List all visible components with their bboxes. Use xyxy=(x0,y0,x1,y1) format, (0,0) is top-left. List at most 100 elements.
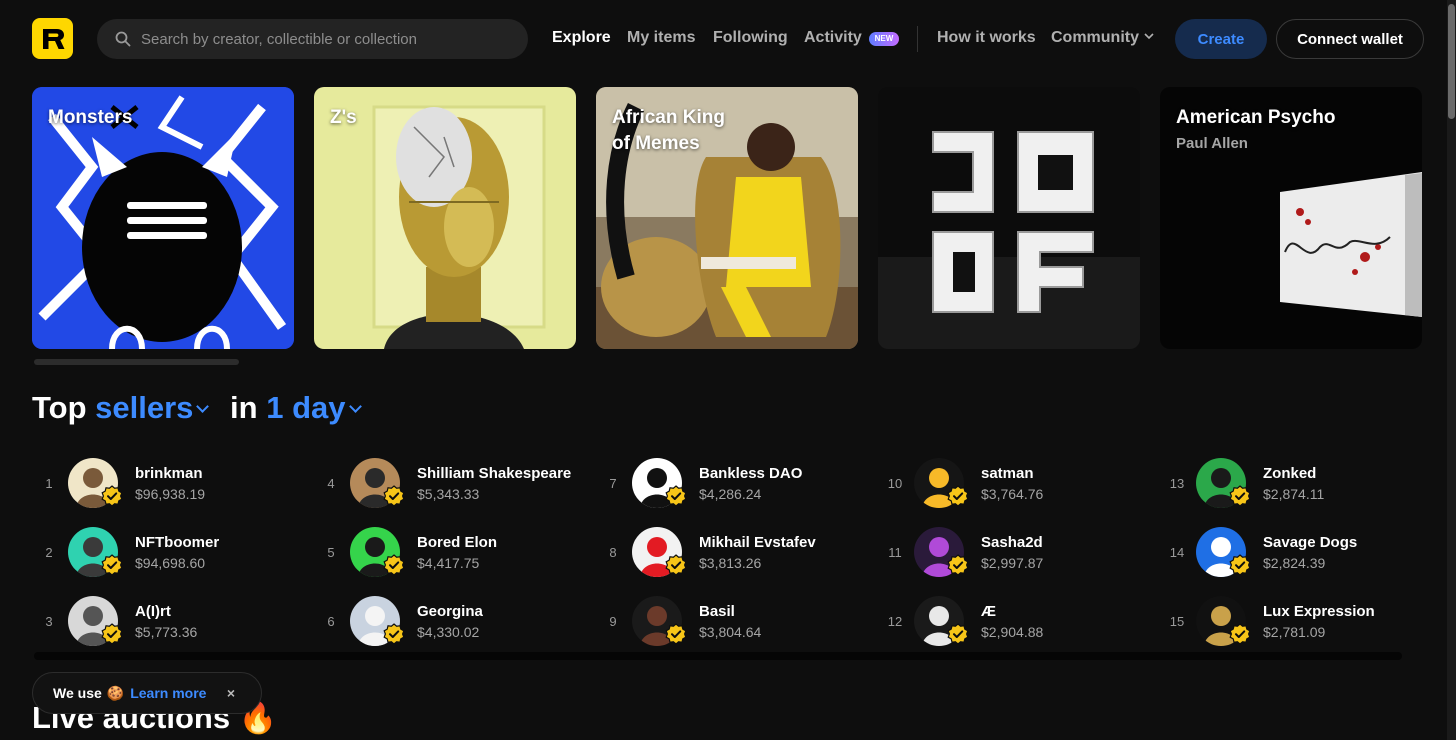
verified-badge-icon xyxy=(383,623,405,645)
verified-badge-icon xyxy=(101,623,123,645)
logo-r-icon xyxy=(42,28,64,49)
nav-following[interactable]: Following xyxy=(713,29,788,49)
seller-rank: 15 xyxy=(1169,614,1185,629)
vertical-scrollbar-thumb[interactable] xyxy=(1448,4,1455,119)
seller-volume: $3,764.76 xyxy=(981,486,1044,502)
seller-volume: $2,904.88 xyxy=(981,624,1044,640)
search-icon xyxy=(115,31,131,47)
seller-item[interactable]: 2 NFTboomer $94,698.60 xyxy=(34,525,304,579)
card-title: Monsters xyxy=(48,107,133,128)
verified-badge-icon xyxy=(947,623,969,645)
seller-volume: $2,874.11 xyxy=(1263,486,1325,502)
sellers-label: sellers xyxy=(95,390,194,425)
seller-name[interactable]: Shilliam Shakespeare xyxy=(417,465,571,482)
doof-artwork xyxy=(878,87,1140,349)
verified-badge-icon xyxy=(665,554,687,576)
seller-item[interactable]: 7 Bankless DAO $4,286.24 xyxy=(598,456,868,510)
seller-volume: $4,417.75 xyxy=(417,555,480,571)
seller-item[interactable]: 1 brinkman $96,938.19 xyxy=(34,456,304,510)
search-bar[interactable] xyxy=(97,19,528,59)
seller-item[interactable]: 14 Savage Dogs $2,824.39 xyxy=(1162,525,1432,579)
sellers-dropdown[interactable]: sellers xyxy=(95,390,210,425)
nav-community-label: Community xyxy=(1051,29,1139,46)
verified-badge-icon xyxy=(101,554,123,576)
collection-card-african-king[interactable]: African King of Memes xyxy=(596,87,858,349)
seller-rank: 12 xyxy=(887,614,903,629)
card-subtitle: Paul Allen xyxy=(1176,135,1248,152)
card-title: American Psycho xyxy=(1176,107,1336,128)
close-icon[interactable]: × xyxy=(227,685,235,701)
chevron-down-icon xyxy=(196,400,210,413)
seller-item[interactable]: 3 A(I)rt $5,773.36 xyxy=(34,594,304,648)
seller-volume: $94,698.60 xyxy=(135,555,206,571)
seller-name[interactable]: A(I)rt xyxy=(135,603,171,620)
nav-activity[interactable]: Activity xyxy=(804,29,862,49)
seller-name[interactable]: Zonked xyxy=(1263,465,1316,482)
seller-item[interactable]: 10 satman $3,764.76 xyxy=(880,456,1150,510)
in-label: in xyxy=(230,390,258,425)
verified-badge-icon xyxy=(665,485,687,507)
seller-item[interactable]: 12 Æ $2,904.88 xyxy=(880,594,1150,648)
seller-rank: 10 xyxy=(887,476,903,491)
collection-card-american-psycho[interactable]: American Psycho Paul Allen xyxy=(1160,87,1422,349)
seller-name[interactable]: Æ xyxy=(981,603,996,620)
verified-badge-icon xyxy=(101,485,123,507)
seller-volume: $3,804.64 xyxy=(699,624,762,640)
collection-card-doof[interactable] xyxy=(878,87,1140,349)
nav-divider xyxy=(917,26,918,52)
verified-badge-icon xyxy=(1229,623,1251,645)
collection-card-zs[interactable]: Z's xyxy=(314,87,576,349)
top-label: Top xyxy=(32,390,87,425)
nav-community[interactable]: Community xyxy=(1051,29,1154,49)
seller-name[interactable]: satman xyxy=(981,465,1034,482)
seller-name[interactable]: Georgina xyxy=(417,603,483,620)
seller-item[interactable]: 6 Georgina $4,330.02 xyxy=(316,594,586,648)
seller-rank: 3 xyxy=(45,614,53,629)
create-button[interactable]: Create xyxy=(1175,19,1267,59)
seller-name[interactable]: NFTboomer xyxy=(135,534,219,551)
chevron-down-icon xyxy=(1144,33,1154,40)
seller-volume: $4,330.02 xyxy=(417,624,480,640)
seller-item[interactable]: 11 Sasha2d $2,997.87 xyxy=(880,525,1150,579)
horizontal-scrollbar[interactable] xyxy=(34,652,1402,660)
nav-explore[interactable]: Explore xyxy=(552,29,611,49)
period-label: 1 day xyxy=(266,390,346,425)
verified-badge-icon xyxy=(383,485,405,507)
seller-item[interactable]: 13 Zonked $2,874.11 xyxy=(1162,456,1432,510)
learn-more-link[interactable]: Learn more xyxy=(130,685,206,701)
rarible-logo[interactable] xyxy=(32,18,73,59)
period-dropdown[interactable]: 1 day xyxy=(266,390,362,425)
seller-volume: $4,286.24 xyxy=(699,486,762,502)
seller-item[interactable]: 9 Basil $3,804.64 xyxy=(598,594,868,648)
seller-rank: 2 xyxy=(45,545,53,560)
seller-volume: $5,773.36 xyxy=(135,624,198,640)
connect-wallet-button[interactable]: Connect wallet xyxy=(1276,19,1424,59)
seller-name[interactable]: Basil xyxy=(699,603,735,620)
seller-item[interactable]: 8 Mikhail Evstafev $3,813.26 xyxy=(598,525,868,579)
seller-volume: $3,813.26 xyxy=(699,555,762,571)
seller-item[interactable]: 15 Lux Expression $2,781.09 xyxy=(1162,594,1432,648)
search-input[interactable] xyxy=(141,19,528,59)
seller-item[interactable]: 5 Bored Elon $4,417.75 xyxy=(316,525,586,579)
seller-item[interactable]: 4 Shilliam Shakespeare $5,343.33 xyxy=(316,456,586,510)
seller-rank: 5 xyxy=(327,545,335,560)
nav-how-it-works[interactable]: How it works xyxy=(937,29,1036,49)
seller-name[interactable]: Bored Elon xyxy=(417,534,497,551)
seller-name[interactable]: brinkman xyxy=(135,465,203,482)
seller-name[interactable]: Bankless DAO xyxy=(699,465,802,482)
collection-card-monsters[interactable]: Monsters xyxy=(32,87,294,349)
verified-badge-icon xyxy=(383,554,405,576)
cookie-text: We use xyxy=(53,685,102,701)
seller-rank: 9 xyxy=(609,614,617,629)
nav-my-items[interactable]: My items xyxy=(627,29,695,49)
seller-name[interactable]: Lux Expression xyxy=(1263,603,1375,620)
seller-name[interactable]: Sasha2d xyxy=(981,534,1043,551)
seller-name[interactable]: Mikhail Evstafev xyxy=(699,534,816,551)
verified-badge-icon xyxy=(947,485,969,507)
top-sellers-title: Top sellers in 1 day xyxy=(32,390,362,426)
carousel-scroll-indicator[interactable] xyxy=(34,359,239,365)
seller-rank: 6 xyxy=(327,614,335,629)
seller-name[interactable]: Savage Dogs xyxy=(1263,534,1357,551)
chevron-down-icon xyxy=(348,400,362,413)
seller-rank: 1 xyxy=(45,476,53,491)
